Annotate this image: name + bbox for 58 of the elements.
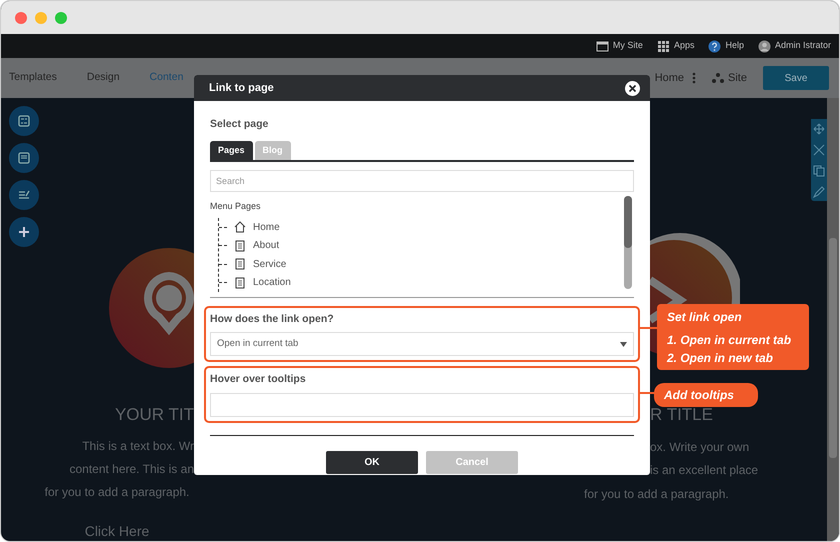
search-field[interactable]: Search <box>210 170 634 192</box>
paragraph-line: for you to add a paragraph. <box>584 486 729 502</box>
close-icon <box>628 84 637 92</box>
tree-item[interactable]: About <box>253 238 280 253</box>
tree-scrollbar[interactable] <box>624 196 632 290</box>
user-name[interactable]: Admin Istrator <box>774 39 831 53</box>
add-button[interactable] <box>8 217 38 247</box>
column-title: R TITLE <box>650 404 714 426</box>
column-title: YOUR TIT <box>114 404 194 426</box>
move-icon[interactable] <box>813 123 825 135</box>
tree-item[interactable]: Location <box>253 275 291 290</box>
dialog-title: Link to page <box>209 80 274 96</box>
avatar-icon <box>758 40 771 52</box>
scrollbar[interactable] <box>827 98 839 541</box>
help-icon <box>708 40 722 52</box>
top-link[interactable]: Help <box>725 39 744 53</box>
top-link[interactable]: Apps <box>674 39 694 53</box>
callout-line: 2. Open in new tab <box>667 350 774 367</box>
more-icon[interactable] <box>692 72 696 84</box>
sitemap-icon[interactable] <box>712 72 724 84</box>
save-button[interactable]: Save <box>763 66 829 90</box>
tooltip-field[interactable] <box>210 393 634 418</box>
field-label: Hover over tooltips <box>210 372 307 387</box>
copy-icon[interactable] <box>813 165 825 177</box>
page-icon <box>234 276 246 288</box>
ok-button[interactable]: OK <box>326 451 418 474</box>
callout-title: Add tooltips <box>664 387 735 404</box>
window-control[interactable] <box>55 12 67 24</box>
link-open-select[interactable]: Open in current tab <box>210 332 634 356</box>
field-label: How does the link open? <box>210 312 335 328</box>
grid-icon <box>656 40 670 52</box>
window-icon <box>596 40 609 52</box>
close-icon[interactable] <box>813 144 825 156</box>
page-icon <box>234 240 246 252</box>
section-label: Select page <box>210 117 270 132</box>
tree-root[interactable]: Menu Pages <box>210 200 624 214</box>
paragraph-line: This is a text box. Wr <box>82 438 194 455</box>
edit-icon[interactable] <box>813 186 825 198</box>
paragraph-line: content here. This is an <box>69 461 194 478</box>
edit-text-button[interactable] <box>8 180 38 210</box>
page-icon <box>234 258 246 270</box>
top-link[interactable]: My Site <box>612 39 643 53</box>
callout-title: Set link open <box>667 309 743 326</box>
window-control[interactable] <box>15 12 27 24</box>
dialog-tab[interactable]: Pages <box>210 140 253 160</box>
form-icon <box>16 113 32 129</box>
callout-line: 1. Open in current tab <box>667 332 792 349</box>
tree-item[interactable]: Service <box>253 256 286 272</box>
layout-button[interactable] <box>8 143 38 173</box>
layout-icon <box>16 150 32 166</box>
paragraph-line: ox. Write your own <box>650 438 750 456</box>
caret-icon <box>620 342 627 346</box>
paragraph-line: for you to add a paragraph. <box>44 484 190 501</box>
home-icon <box>234 221 246 233</box>
form-button[interactable] <box>8 106 38 136</box>
close-button[interactable] <box>625 80 640 96</box>
tree-item[interactable]: Home <box>253 220 280 234</box>
paragraph-line: is an excellent place <box>650 462 758 478</box>
